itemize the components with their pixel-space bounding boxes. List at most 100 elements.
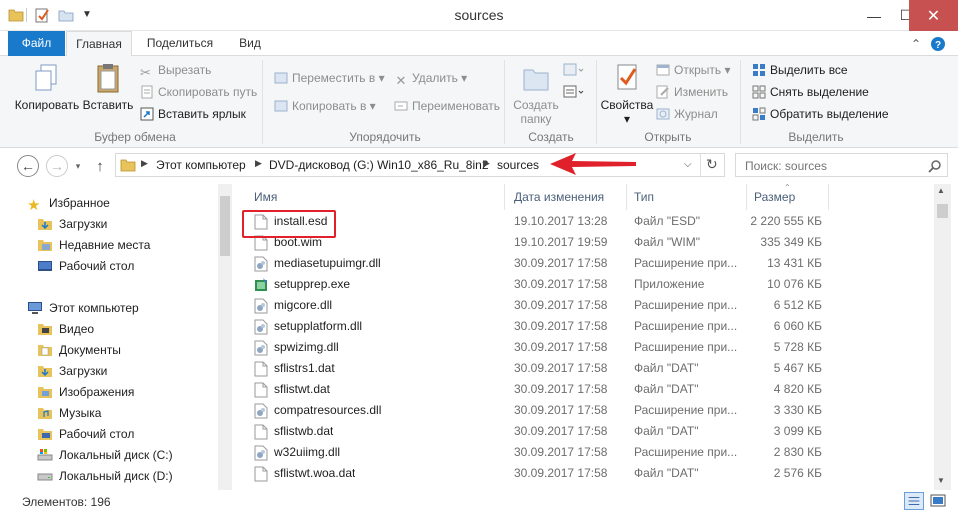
scroll-down-icon[interactable]: ▼ [937,476,945,485]
column-divider[interactable] [504,184,505,210]
nav-favorites[interactable]: ★ Избранное [27,193,110,213]
nav-documents[interactable]: Документы [37,340,121,360]
file-row[interactable]: setupprep.exe 30.09.2017 17:58 Приложение 1… [232,274,932,295]
column-header-date[interactable]: Дата изменения [514,184,604,210]
file-row[interactable]: install.esd 19.10.2017 13:28 Файл "ESD" 2 2… [232,211,932,232]
nav-scrollbar-thumb[interactable] [220,196,230,256]
paste-shortcut-button[interactable]: Вставить ярлык [140,104,246,124]
column-header-type[interactable]: Тип [634,184,654,210]
column-divider[interactable] [626,184,627,210]
search-box[interactable] [735,153,948,177]
star-icon: ★ [27,197,41,214]
recent-locations-dropdown[interactable]: ▾ [72,155,84,177]
dll-icon [254,298,268,314]
breadcrumb-separator[interactable]: ▶ [141,158,148,169]
minimize-button[interactable]: — [856,0,892,31]
documents-folder-icon [38,345,52,356]
file-row[interactable]: mediasetupuimgr.dll 30.09.2017 17:58 Расши… [232,253,932,274]
select-none-button[interactable]: Снять выделение [752,82,869,102]
scroll-up-icon[interactable]: ▲ [937,186,945,195]
details-view-icon[interactable] [904,492,924,510]
file-row[interactable]: setupplatform.dll 30.09.2017 17:58 Расшире… [232,316,932,337]
invert-selection-button[interactable]: Обратить выделение [752,104,889,124]
file-row[interactable]: compatresources.dll 30.09.2017 17:58 Расши… [232,400,932,421]
nav-pictures[interactable]: Изображения [37,382,134,402]
rename-button[interactable]: Переименовать [394,96,500,116]
folder-icon [120,159,136,172]
copy-to-button[interactable]: Копировать в ▾ [274,96,376,116]
nav-downloads-fav[interactable]: Загрузки [37,214,107,234]
file-size: 4 820 КБ [773,382,822,396]
address-history-dropdown[interactable]: ⌵ [684,159,692,170]
file-row[interactable]: w32uiimg.dll 30.09.2017 17:58 Расширение п… [232,442,932,463]
tab-view[interactable]: Вид [228,31,272,56]
edit-button[interactable]: Изменить [656,82,728,102]
nav-desktop[interactable]: Рабочий стол [37,424,134,444]
nav-recent-places[interactable]: Недавние места [37,235,150,255]
file-date: 30.09.2017 17:58 [514,445,608,459]
nav-local-disk-d[interactable]: Локальный диск (D:) [37,466,173,486]
file-row[interactable]: sflistwt.dat 30.09.2017 17:58 Файл "DAT" 4 … [232,379,932,400]
collapse-ribbon-icon[interactable]: ⌃ [908,36,924,52]
dll-icon [254,445,268,461]
column-divider[interactable] [828,184,829,210]
properties-button[interactable]: Свойства ▾ [600,62,654,126]
file-row[interactable]: sflistwb.dat 30.09.2017 17:58 Файл "DAT" 3 … [232,421,932,442]
copy-button[interactable]: Копировать [14,62,80,112]
open-label: Открыть [674,63,722,77]
file-row[interactable]: sflistrs1.dat 30.09.2017 17:58 Файл "DAT" 5… [232,358,932,379]
history-button[interactable]: Журнал [656,104,718,124]
file-size: 2 220 555 КБ [750,214,822,228]
new-folder-button[interactable]: Создать папку [508,62,564,126]
refresh-icon[interactable]: ↻ [706,156,718,173]
breadcrumb-dvd-drive[interactable]: DVD-дисковод (G:) Win10_x86_Ru_8in2 [269,158,489,172]
file-size: 5 728 КБ [773,340,822,354]
tab-home[interactable]: Главная [66,31,132,57]
dll-icon [254,256,268,272]
nav-music[interactable]: Музыка [37,403,101,423]
history-label: Журнал [674,107,718,121]
select-all-button[interactable]: Выделить все [752,60,848,80]
file-name: spwizimg.dll [274,340,339,354]
help-icon[interactable]: ? [930,36,946,52]
paste-button[interactable]: Вставить [82,62,134,112]
nav-downloads[interactable]: Загрузки [37,361,107,381]
recent-places-icon [38,240,52,251]
file-row[interactable]: sflistwt.woa.dat 30.09.2017 17:58 Файл "DA… [232,463,932,484]
forward-button[interactable]: → [46,155,68,177]
file-list-scrollbar[interactable] [934,184,951,490]
tab-share[interactable]: Поделиться [140,31,220,56]
cut-button[interactable]: ✂ Вырезать [140,60,211,80]
open-button[interactable]: Открыть ▾ [656,60,731,80]
breadcrumb-sources[interactable]: sources [497,158,539,172]
file-row[interactable]: spwizimg.dll 30.09.2017 17:58 Расширение п… [232,337,932,358]
large-icons-view-icon[interactable] [928,492,948,510]
file-list-scrollbar-thumb[interactable] [937,204,948,218]
nav-local-disk-c[interactable]: Локальный диск (C:) [37,445,173,465]
back-button[interactable]: ← [17,155,39,177]
breadcrumb-separator[interactable]: ▶ [255,158,262,169]
breadcrumb-separator[interactable]: ▶ [483,158,490,169]
nav-videos[interactable]: Видео [37,319,94,339]
file-row[interactable]: boot.wim 19.10.2017 19:59 Файл "WIM" 335 34… [232,232,932,253]
close-button[interactable]: ✕ [909,0,958,31]
easy-access-icon[interactable] [562,84,584,100]
copy-path-button[interactable]: Скопировать путь [140,82,257,102]
delete-button[interactable]: ✕ Удалить ▾ [394,68,468,88]
move-to-button[interactable]: Переместить в ▾ [274,68,385,88]
file-row[interactable]: migcore.dll 30.09.2017 17:58 Расширение пр… [232,295,932,316]
tab-file[interactable]: Файл [8,31,65,56]
breadcrumb-this-pc[interactable]: Этот компьютер [156,158,246,172]
file-date: 30.09.2017 17:58 [514,319,608,333]
nav-this-pc[interactable]: Этот компьютер [27,298,139,318]
dll-icon [254,340,268,356]
column-header-name[interactable]: Имя [254,184,277,210]
column-divider[interactable] [746,184,747,210]
file-icon [254,382,268,398]
file-name: migcore.dll [274,298,333,312]
up-button[interactable]: ↑ [92,155,108,177]
search-icon[interactable] [928,159,942,173]
new-item-icon[interactable] [562,62,584,78]
nav-desktop-fav[interactable]: Рабочий стол [37,256,134,276]
search-input[interactable] [745,158,925,174]
